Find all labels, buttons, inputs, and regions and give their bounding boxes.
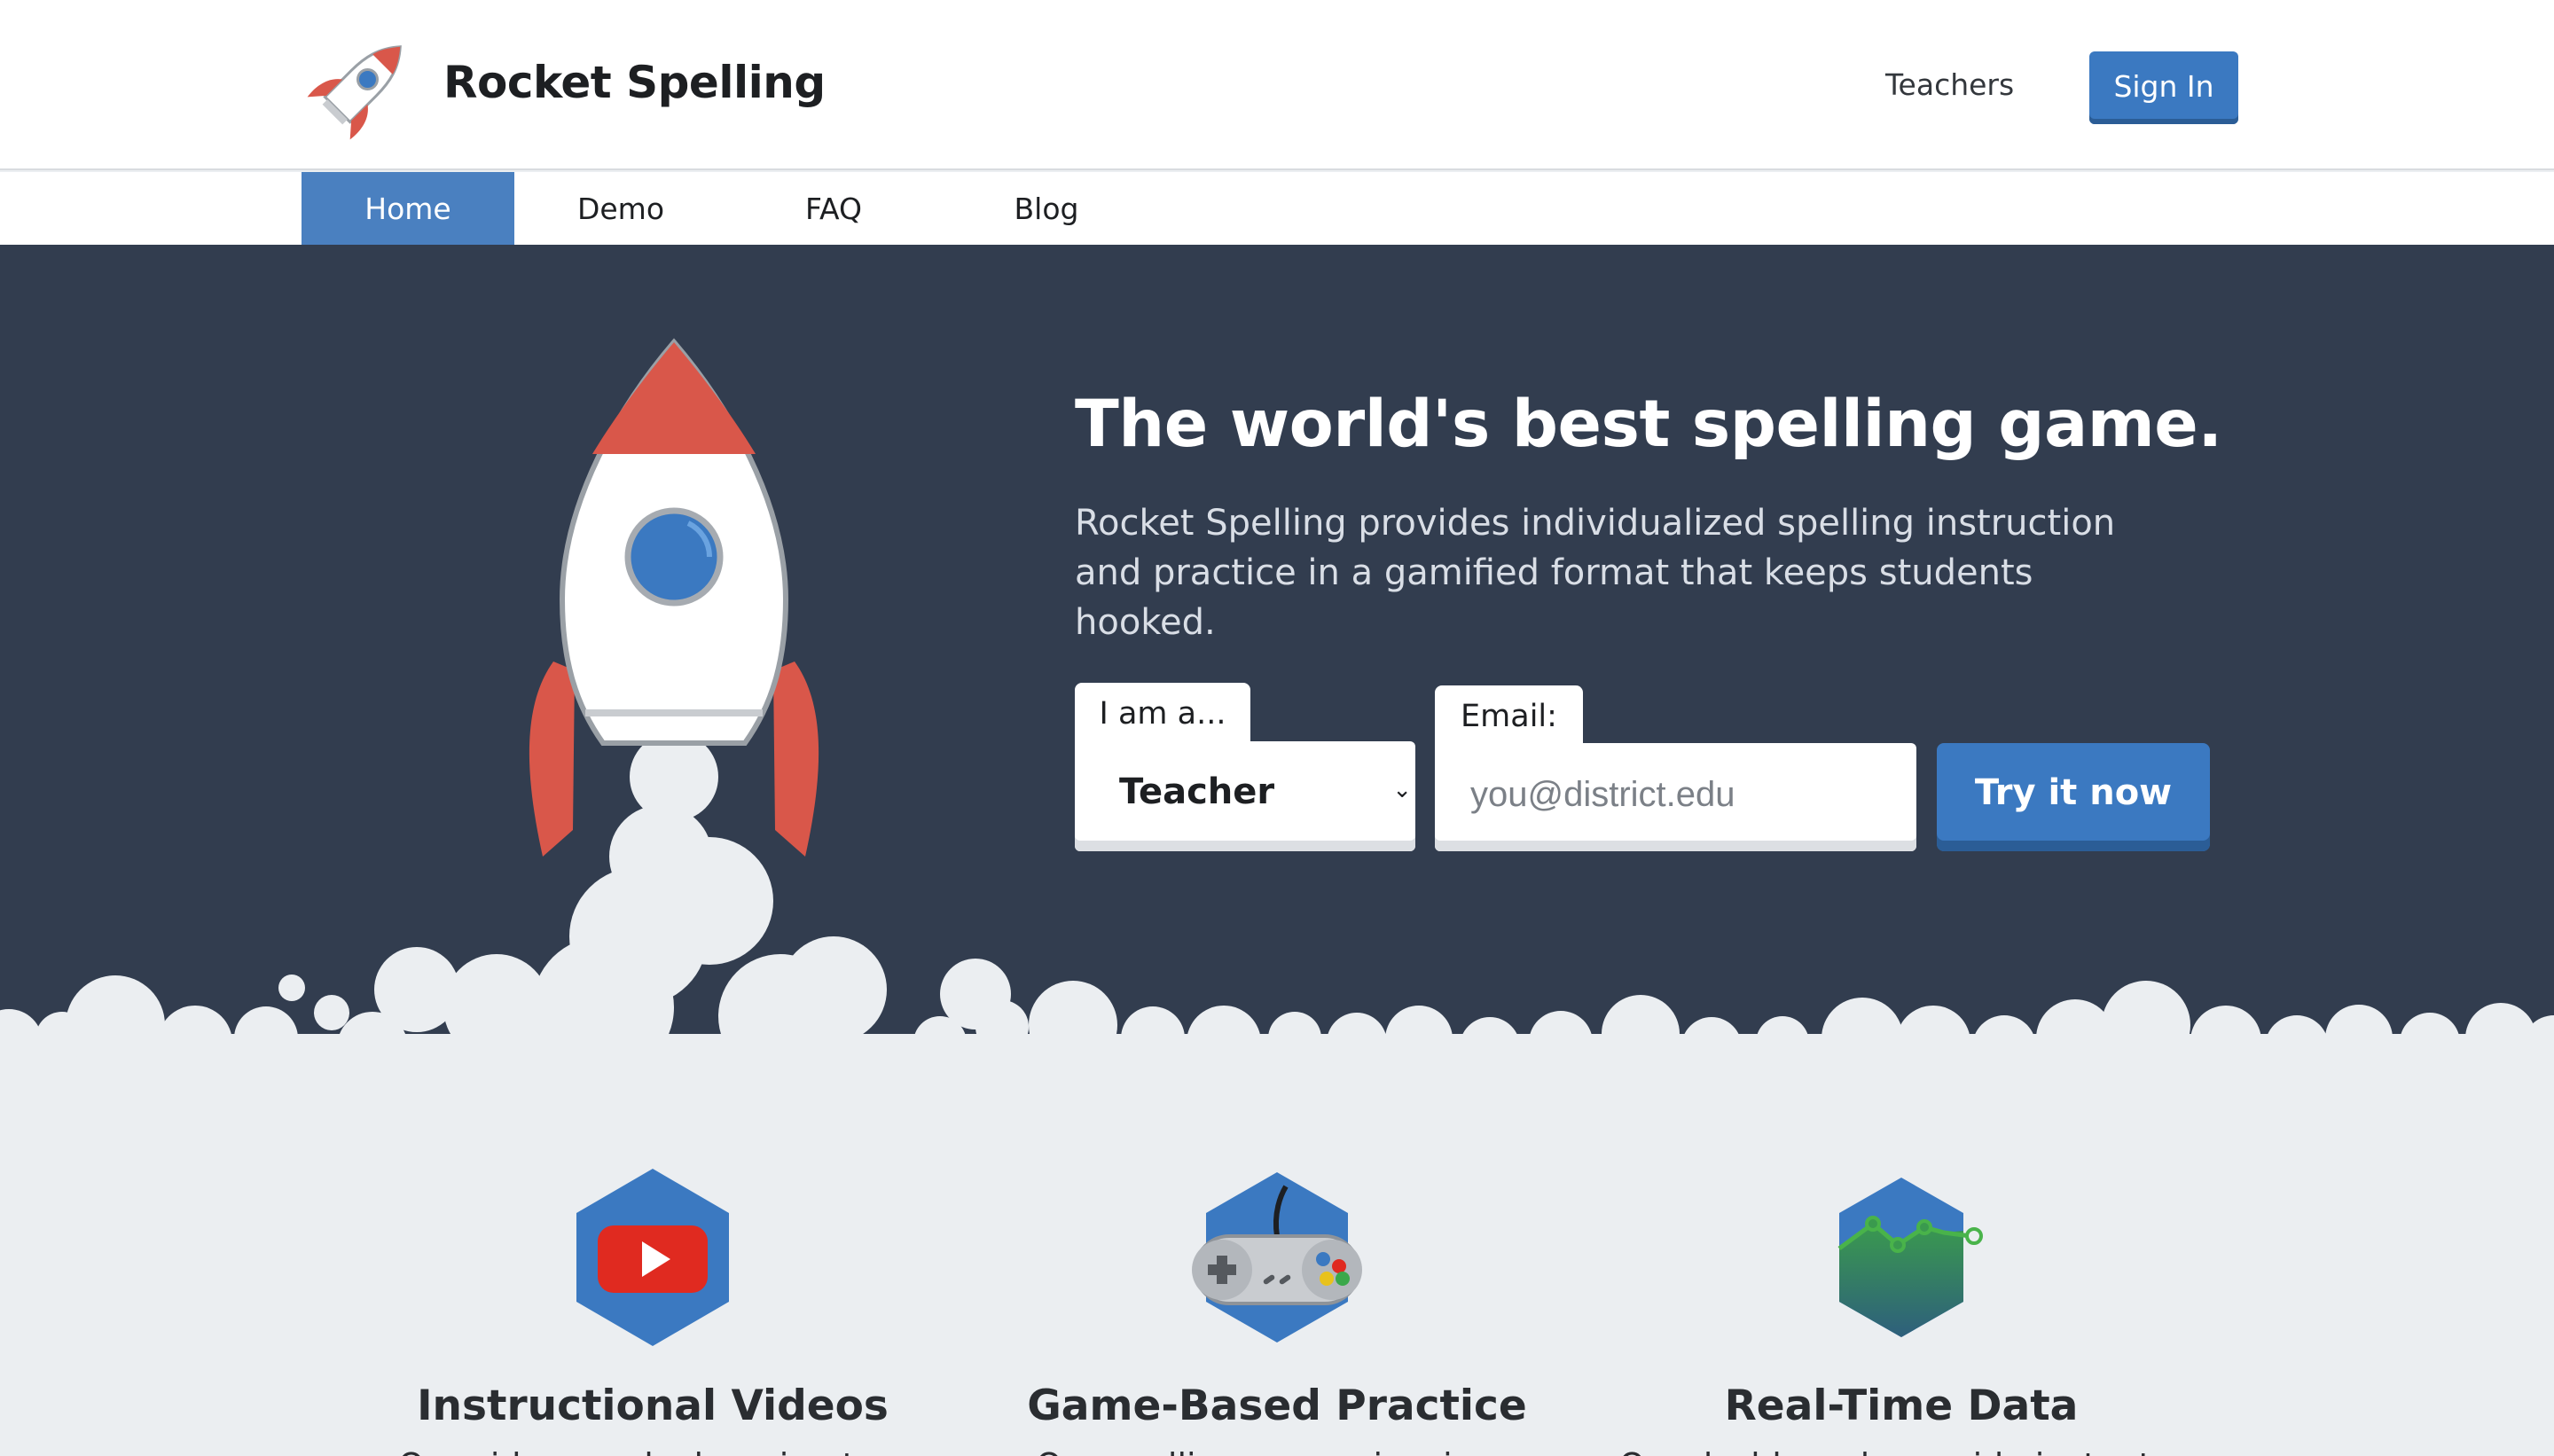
nav-item-home[interactable]: Home — [302, 172, 514, 245]
hero-section: The world's best spelling game. Rocket S… — [0, 245, 2554, 1096]
feature-description: Our videos make learning to... — [342, 1446, 963, 1456]
hero-subtext: Rocket Spelling provides individualized … — [1075, 503, 2116, 643]
email-label-tab: Email: — [1435, 685, 1583, 748]
sign-in-button[interactable]: Sign In — [2089, 51, 2238, 124]
youtube-play-icon — [576, 1169, 729, 1346]
nav-item-demo[interactable]: Demo — [514, 172, 727, 245]
site-header: Rocket Spelling Teachers Sign In — [0, 0, 2554, 170]
feature-real-time-data: Real-Time Data Our dashboards provide in… — [1591, 1169, 2212, 1456]
email-field-wrapper[interactable] — [1435, 743, 1916, 851]
feature-game-based-practice: Game-Based Practice Our spelling games i… — [967, 1169, 1587, 1456]
brand-name[interactable]: Rocket Spelling — [443, 57, 826, 108]
chevron-down-icon: ⌄ — [1392, 777, 1412, 803]
line-chart-icon — [1837, 1178, 1983, 1337]
nav-item-faq[interactable]: FAQ — [727, 172, 940, 245]
nav-item-blog[interactable]: Blog — [940, 172, 1153, 245]
role-selected-value: Teacher — [1119, 771, 1275, 812]
feature-description: Our spelling games inspire... — [967, 1446, 1587, 1456]
rocket-logo-icon[interactable] — [300, 27, 420, 147]
hero-illustration — [0, 338, 2554, 1096]
role-label-tab: I am a... — [1075, 683, 1250, 745]
hero-headline: The world's best spelling game. — [1075, 387, 2222, 462]
feature-instructional-videos: Instructional Videos Our videos make lea… — [342, 1169, 963, 1456]
feature-description: Our dashboards provide instant... — [1591, 1446, 2212, 1456]
role-select[interactable]: Teacher ⌄ — [1075, 741, 1415, 851]
try-it-now-button[interactable]: Try it now — [1937, 743, 2210, 851]
feature-title: Instructional Videos — [417, 1382, 889, 1430]
email-field[interactable] — [1470, 770, 1896, 819]
feature-title: Game-Based Practice — [1027, 1382, 1527, 1430]
main-nav: Home Demo FAQ Blog — [0, 172, 2554, 245]
feature-title: Real-Time Data — [1724, 1382, 2079, 1430]
teachers-link[interactable]: Teachers — [1885, 67, 2014, 102]
game-controller-icon — [1192, 1172, 1362, 1342]
